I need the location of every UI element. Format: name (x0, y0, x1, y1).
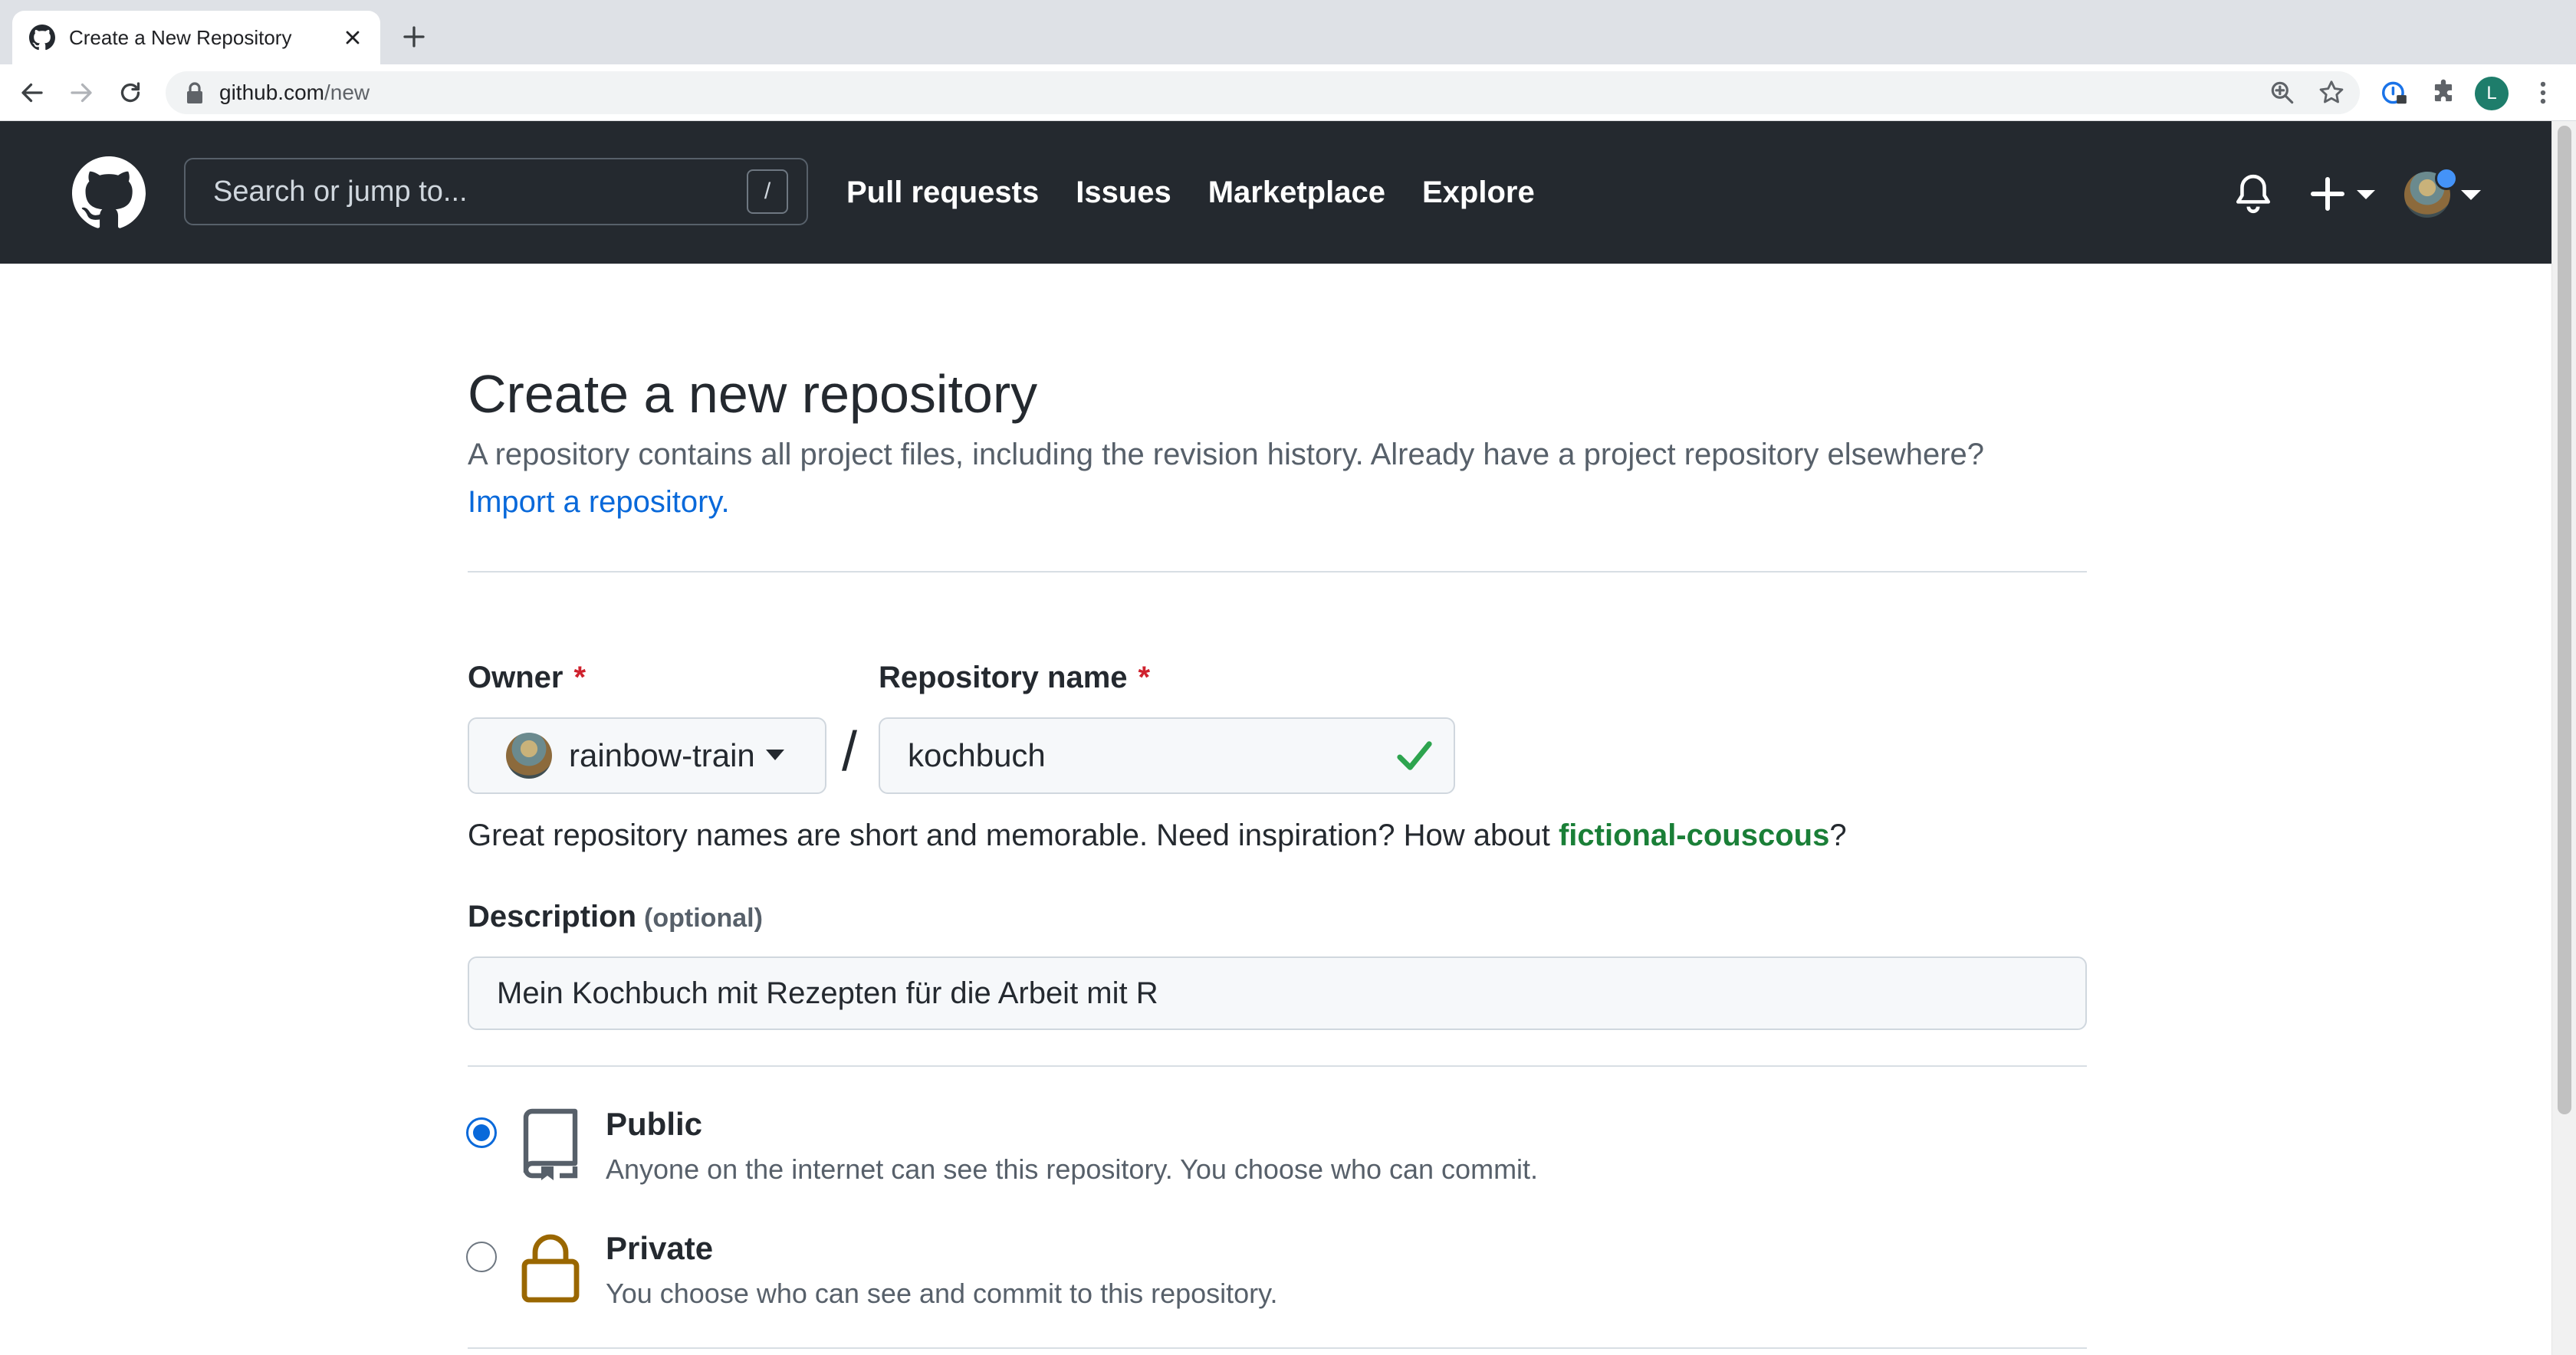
nav-explore[interactable]: Explore (1422, 176, 1535, 210)
private-description: You choose who can see and commit to thi… (606, 1278, 1278, 1309)
required-mark: * (1138, 661, 1151, 694)
owner-select[interactable]: rainbow-train (468, 717, 826, 794)
github-header: Search or jump to... / Pull requests Iss… (0, 121, 2551, 264)
browser-toolbar: github.com/new (0, 64, 2576, 121)
create-new-plus-icon[interactable] (2309, 175, 2378, 213)
browser-menu-icon[interactable] (2528, 78, 2558, 107)
required-mark: * (573, 661, 586, 694)
owner-name: rainbow-train (569, 737, 755, 773)
tab-title: Create a New Repository (69, 25, 292, 49)
repository-name-input[interactable] (879, 717, 1455, 794)
page-subtitle: A repository contains all project files,… (468, 438, 1985, 471)
repo-name-label-text: Repository name (879, 661, 1128, 694)
url-host: github.com (219, 80, 324, 104)
divider (468, 571, 2087, 573)
check-icon (1397, 741, 1432, 770)
lock-icon (521, 1234, 580, 1303)
scrollbar-thumb[interactable] (2558, 126, 2571, 1114)
search-placeholder: Search or jump to... (213, 175, 468, 208)
repo-book-icon (523, 1108, 578, 1180)
owner-label: Owner * (468, 661, 586, 695)
search-shortcut-key: / (747, 169, 788, 214)
nav-issues[interactable]: Issues (1076, 176, 1171, 210)
divider (468, 1347, 2087, 1349)
url-path: /new (324, 80, 370, 104)
password-extension-icon[interactable] (2380, 78, 2409, 107)
github-favicon-icon (29, 25, 55, 51)
optional-tag: (optional) (644, 904, 763, 933)
page-title: Create a new repository (468, 364, 1038, 424)
nav-pull-requests[interactable]: Pull requests (846, 176, 1039, 210)
owner-avatar (506, 733, 552, 779)
status-dot (2435, 167, 2458, 190)
nav-marketplace[interactable]: Marketplace (1208, 176, 1385, 210)
github-logo-icon[interactable] (72, 156, 146, 230)
browser-tabstrip: Create a New Repository (0, 0, 2576, 64)
notifications-bell-icon[interactable] (2234, 173, 2272, 215)
browser-tab[interactable]: Create a New Repository (12, 11, 380, 64)
browser-profile-avatar[interactable]: L (2475, 77, 2509, 110)
private-title: Private (606, 1230, 714, 1266)
forward-arrow-icon[interactable] (67, 79, 95, 107)
import-repository-link[interactable]: Import a repository. (468, 485, 730, 520)
reload-icon[interactable] (117, 79, 144, 107)
bookmark-star-icon[interactable] (2317, 78, 2346, 107)
private-radio[interactable] (466, 1242, 497, 1272)
public-description: Anyone on the internet can see this repo… (606, 1153, 1539, 1185)
description-label: Description (optional) (468, 900, 763, 934)
divider (468, 1065, 2087, 1067)
lock-icon[interactable] (186, 82, 204, 103)
owner-repo-separator: / (842, 721, 858, 782)
header-nav: Pull requests Issues Marketplace Explore (846, 121, 1572, 264)
zoom-icon[interactable] (2268, 78, 2297, 107)
public-radio[interactable] (466, 1117, 497, 1148)
user-menu[interactable] (2404, 167, 2481, 218)
new-tab-icon[interactable] (400, 23, 428, 51)
address-bar[interactable]: github.com/new (166, 71, 2360, 114)
hint-text: Great repository names are short and mem… (468, 819, 1550, 852)
repo-name-label: Repository name * (879, 661, 1150, 695)
chevron-down-icon (2461, 190, 2481, 200)
name-suggestion-link[interactable]: fictional-couscous (1559, 819, 1829, 852)
description-input[interactable] (468, 956, 2087, 1030)
close-tab-icon[interactable] (342, 27, 363, 48)
description-label-text: Description (468, 900, 637, 933)
owner-label-text: Owner (468, 661, 564, 694)
search-input[interactable]: Search or jump to... / (184, 158, 808, 225)
chevron-down-icon (765, 750, 784, 760)
back-arrow-icon[interactable] (18, 79, 46, 107)
extensions-puzzle-icon[interactable] (2429, 78, 2458, 107)
public-title: Public (606, 1106, 703, 1142)
hint-suffix: ? (1829, 819, 1847, 852)
name-hint: Great repository names are short and mem… (468, 819, 1847, 853)
